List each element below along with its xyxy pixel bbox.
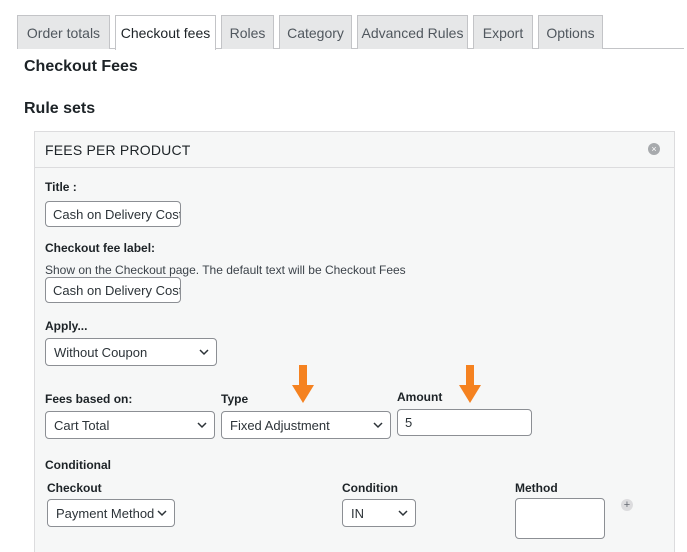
tab-label: Order totals (26, 24, 101, 41)
type-label: Type (221, 392, 249, 406)
fees-based-on-label: Fees based on: (45, 392, 133, 406)
panel-title: FEES PER PRODUCT (45, 142, 191, 158)
tab-roles[interactable]: Roles (221, 15, 274, 49)
tab-label: Options (546, 24, 595, 41)
condition-selected: IN (351, 505, 364, 521)
chevron-down-icon (199, 349, 209, 356)
tab-label: Category (287, 24, 344, 41)
tab-category[interactable]: Category (279, 15, 352, 49)
title-label: Title : (45, 180, 77, 194)
tab-label: Checkout fees (120, 25, 211, 41)
tab-label: Advanced Rules (361, 24, 464, 41)
apply-select[interactable]: Without Coupon (45, 338, 217, 366)
close-icon[interactable]: × (648, 143, 660, 155)
checkout-label: Checkout (47, 481, 102, 495)
fees-based-on-select[interactable]: Cart Total (45, 411, 215, 439)
tab-label: Roles (229, 24, 266, 41)
settings-tabs: Order totals Checkout fees Roles Categor… (17, 15, 684, 50)
section-title: Rule sets (24, 100, 96, 117)
page-title: Checkout Fees (24, 58, 138, 75)
panel-header: FEES PER PRODUCT × (35, 132, 674, 168)
type-selected: Fixed Adjustment (230, 417, 330, 433)
checkout-selected: Payment Method (56, 505, 155, 521)
fee-label-label: Checkout fee label: (45, 241, 156, 255)
apply-label: Apply... (45, 319, 88, 333)
condition-select[interactable]: IN (342, 499, 416, 527)
fees-based-on-selected: Cart Total (54, 417, 110, 433)
chevron-down-icon (398, 510, 408, 517)
type-select[interactable]: Fixed Adjustment (221, 411, 391, 439)
conditional-label: Conditional (45, 458, 111, 472)
tab-label: Export (482, 24, 524, 41)
add-condition-icon[interactable]: + (621, 499, 633, 511)
rule-set-panel: FEES PER PRODUCT × Title : Cash on Deliv… (34, 131, 675, 552)
tab-advanced-rules[interactable]: Advanced Rules (357, 15, 468, 49)
tab-order-totals[interactable]: Order totals (17, 15, 110, 49)
condition-label: Condition (342, 481, 398, 495)
method-label: Method (515, 481, 558, 495)
amount-label: Amount (397, 390, 443, 404)
chevron-down-icon (373, 422, 383, 429)
annotation-arrow-icon (292, 365, 314, 403)
amount-input[interactable]: 5 (397, 409, 532, 436)
method-input[interactable] (515, 498, 605, 539)
chevron-down-icon (197, 422, 207, 429)
tab-options[interactable]: Options (538, 15, 603, 49)
fee-label-description: Show on the Checkout page. The default t… (45, 263, 406, 277)
checkout-condition-select[interactable]: Payment Method (47, 499, 175, 527)
title-input[interactable]: Cash on Delivery Cost (45, 201, 181, 227)
chevron-down-icon (157, 510, 167, 517)
tab-checkout-fees[interactable]: Checkout fees (115, 15, 216, 50)
fee-label-input[interactable]: Cash on Delivery Cost (45, 277, 181, 303)
apply-selected: Without Coupon (54, 344, 148, 360)
annotation-arrow-icon (459, 365, 481, 403)
tab-export[interactable]: Export (473, 15, 533, 49)
